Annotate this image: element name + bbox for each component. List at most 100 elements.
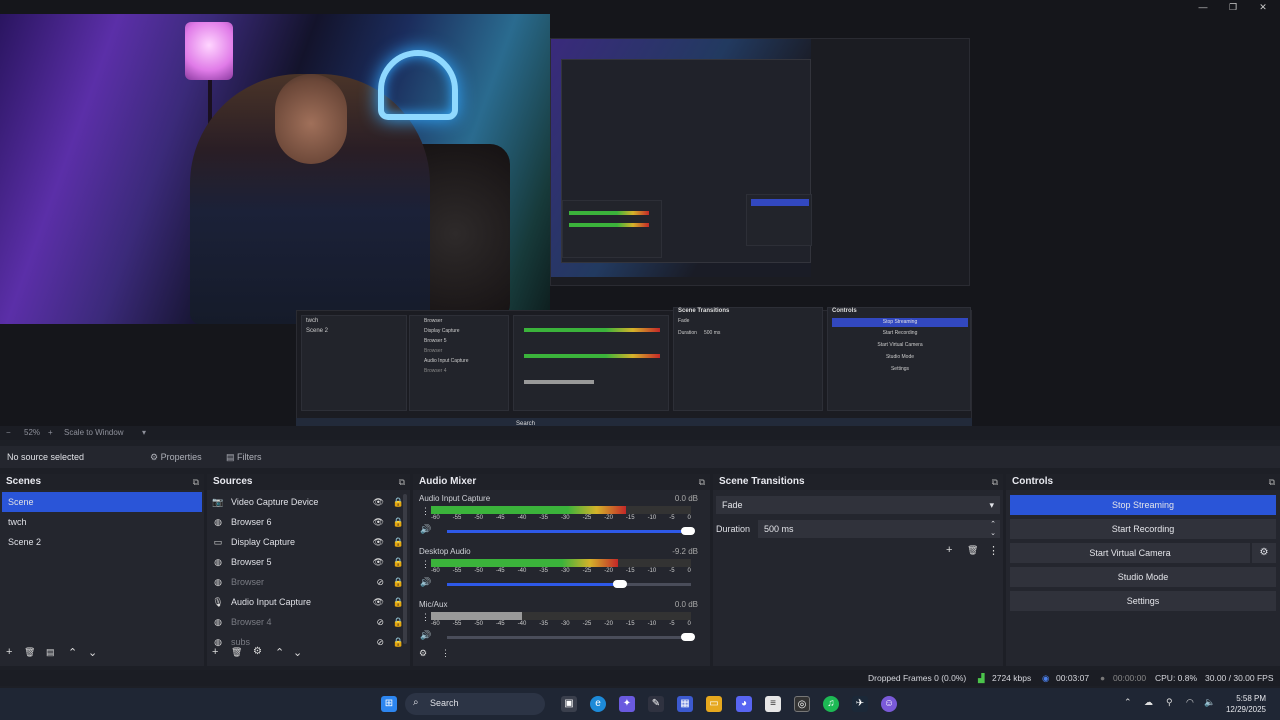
add-scene-icon[interactable]: + [6, 646, 12, 658]
add-transition-icon[interactable]: + [946, 544, 952, 556]
source-item[interactable]: ◍ Browser 4 ⊘ 🔒 [211, 612, 404, 632]
mixer-channel: Desktop Audio -9.2 dB ⋮ -60 -55 -50 -45 -40 -35-… [413, 545, 710, 597]
nested-src-1: Browser [424, 318, 443, 324]
remove-source-icon[interactable]: 🗑 [231, 647, 242, 658]
source-item[interactable]: ◍ Browser ⊘ 🔒 [211, 572, 404, 592]
stop-streaming-button[interactable]: Stop Streaming [1010, 495, 1276, 515]
spotify-icon[interactable]: ♫ [823, 696, 839, 712]
close-button[interactable]: ✕ [1248, 0, 1278, 14]
eye-hidden-icon[interactable]: ⊘ [376, 632, 384, 652]
source-item[interactable]: 📷 Video Capture Device 👁 🔒 [211, 492, 404, 512]
nested-studio-mode: Studio Mode [885, 354, 915, 360]
taskbar-clock[interactable]: 5:58 PM 12/29/2025 [1226, 693, 1266, 715]
undock-icon[interactable]: ⧉ [992, 474, 998, 490]
volume-slider[interactable] [447, 633, 695, 641]
channel-menu-icon[interactable]: ⋮ [421, 506, 430, 517]
source-item[interactable]: 🎙 Audio Input Capture 👁 🔒 [211, 592, 404, 612]
discord-icon[interactable]: ◕ [736, 696, 752, 712]
source-item[interactable]: ▭ Display Capture 👁 🔒 [211, 532, 404, 552]
zoom-dropdown-icon[interactable]: ▾ [142, 428, 146, 437]
volume-slider[interactable] [447, 527, 695, 535]
obs-icon[interactable]: ◎ [794, 696, 810, 712]
undock-icon[interactable]: ⧉ [1269, 474, 1275, 490]
zoom-minus-icon[interactable]: − [6, 428, 11, 437]
transition-menu-icon[interactable]: ⋮ [988, 544, 999, 557]
volume-icon[interactable]: 🔈 [1204, 697, 1215, 708]
task-view-icon[interactable]: ▣ [561, 696, 577, 712]
eye-icon[interactable]: 👁 [373, 492, 384, 512]
file-explorer-icon[interactable]: ▭ [706, 696, 722, 712]
scale-tick: -10 [647, 515, 657, 521]
channel-menu-icon[interactable]: ⋮ [421, 612, 430, 623]
audio-mixer-header: Audio Mixer ⧉ [413, 474, 710, 490]
chat-app-icon[interactable]: ☺ [881, 696, 897, 712]
store-icon[interactable]: ▦ [677, 696, 693, 712]
eye-icon[interactable]: 👁 [373, 532, 384, 552]
virtual-camera-settings-icon[interactable]: ⚙ [1252, 543, 1276, 563]
channel-menu-icon[interactable]: ⋮ [421, 559, 430, 570]
program-preview[interactable]: twch Scene 2 Browser Display Capture Bro… [0, 14, 1280, 436]
undock-icon[interactable]: ⧉ [193, 474, 199, 490]
maximize-button[interactable]: ❐ [1218, 0, 1248, 14]
muted-speaker-icon[interactable]: 🔊 [420, 630, 431, 641]
cloud-icon[interactable]: ☁ [1144, 697, 1153, 708]
speaker-icon[interactable]: 🔊 [420, 524, 431, 535]
start-recording-button[interactable]: Start Recording [1010, 519, 1276, 539]
scene-filters-icon[interactable]: ▤ [46, 647, 55, 658]
transition-select[interactable]: Fade ▾ [716, 496, 1000, 514]
mic-tray-icon[interactable]: ⚲ [1166, 697, 1173, 708]
app-icon[interactable]: ✎ [648, 696, 664, 712]
zoom-mode[interactable]: Scale to Window [64, 428, 124, 437]
eye-icon[interactable]: 👁 [373, 552, 384, 572]
edge-icon[interactable]: e [590, 696, 606, 712]
eye-hidden-icon[interactable]: ⊘ [376, 572, 384, 592]
source-item[interactable]: ◍ Browser 6 👁 🔒 [211, 512, 404, 532]
move-up-icon[interactable]: ⌃ [68, 646, 77, 659]
nested-src-5: Audio Input Capture [424, 358, 469, 364]
speaker-icon[interactable]: 🔊 [420, 577, 431, 588]
scale-tick: -60 [431, 568, 440, 574]
tray-overflow-icon[interactable]: ⌃ [1124, 697, 1132, 708]
settings-button[interactable]: Settings [1010, 591, 1276, 611]
slider-handle[interactable] [612, 580, 627, 588]
scene-item[interactable]: twch [2, 512, 202, 532]
filters-button[interactable]: ▤ Filters [226, 449, 262, 465]
undock-icon[interactable]: ⧉ [399, 474, 405, 490]
source-properties-icon[interactable]: ⚙ [253, 646, 262, 657]
volume-slider[interactable] [447, 580, 691, 588]
slider-handle[interactable] [681, 633, 695, 641]
move-up-icon[interactable]: ⌃ [275, 646, 284, 659]
eye-icon[interactable]: 👁 [373, 512, 384, 532]
start-virtual-camera-button[interactable]: Start Virtual Camera [1010, 543, 1250, 563]
undock-icon[interactable]: ⧉ [699, 474, 705, 490]
source-label: Browser [231, 577, 265, 587]
taskbar-search[interactable]: ⌕ Search [405, 693, 545, 715]
zoom-plus-icon[interactable]: + [48, 428, 53, 437]
studio-mode-button[interactable]: Studio Mode [1010, 567, 1276, 587]
scene-item[interactable]: Scene [2, 492, 202, 512]
add-source-icon[interactable]: + [212, 646, 218, 658]
source-item[interactable]: ◍ Browser 5 👁 🔒 [211, 552, 404, 572]
minimize-button[interactable]: — [1188, 0, 1218, 14]
remove-scene-icon[interactable]: 🗑 [24, 647, 35, 658]
remove-transition-icon[interactable]: 🗑 [967, 545, 978, 556]
duration-input[interactable]: 500 ms ⌃ ⌄ [758, 520, 1000, 538]
mixer-menu-icon[interactable]: ⋮ [441, 648, 450, 659]
move-down-icon[interactable]: ⌄ [88, 646, 97, 659]
eye-hidden-icon[interactable]: ⊘ [376, 612, 384, 632]
properties-button[interactable]: ⚙ Properties [150, 449, 202, 465]
sources-dock: Sources ⧉ 📷 Video Capture Device 👁 🔒 ◍ Browser… [207, 474, 410, 666]
eye-icon[interactable]: 👁 [373, 592, 384, 612]
copilot-icon[interactable]: ✦ [619, 696, 635, 712]
notepad-icon[interactable]: ≡ [765, 696, 781, 712]
meter-scale: -60 -55 -50 -45 -40 -35 -30 -25 -20 -15 -10 -5 0 [431, 568, 691, 576]
stepper-down-icon[interactable]: ⌄ [990, 525, 996, 543]
move-down-icon[interactable]: ⌄ [293, 646, 302, 659]
steam-icon[interactable]: ✈ [852, 696, 868, 712]
scene-item[interactable]: Scene 2 [2, 532, 202, 552]
windows-start-icon[interactable]: ⊞ [381, 696, 397, 712]
sources-scrollbar[interactable] [403, 494, 407, 644]
advanced-audio-icon[interactable]: ⚙ [419, 648, 427, 659]
slider-handle[interactable] [681, 527, 695, 535]
wifi-icon[interactable]: ◠ [1186, 697, 1194, 708]
